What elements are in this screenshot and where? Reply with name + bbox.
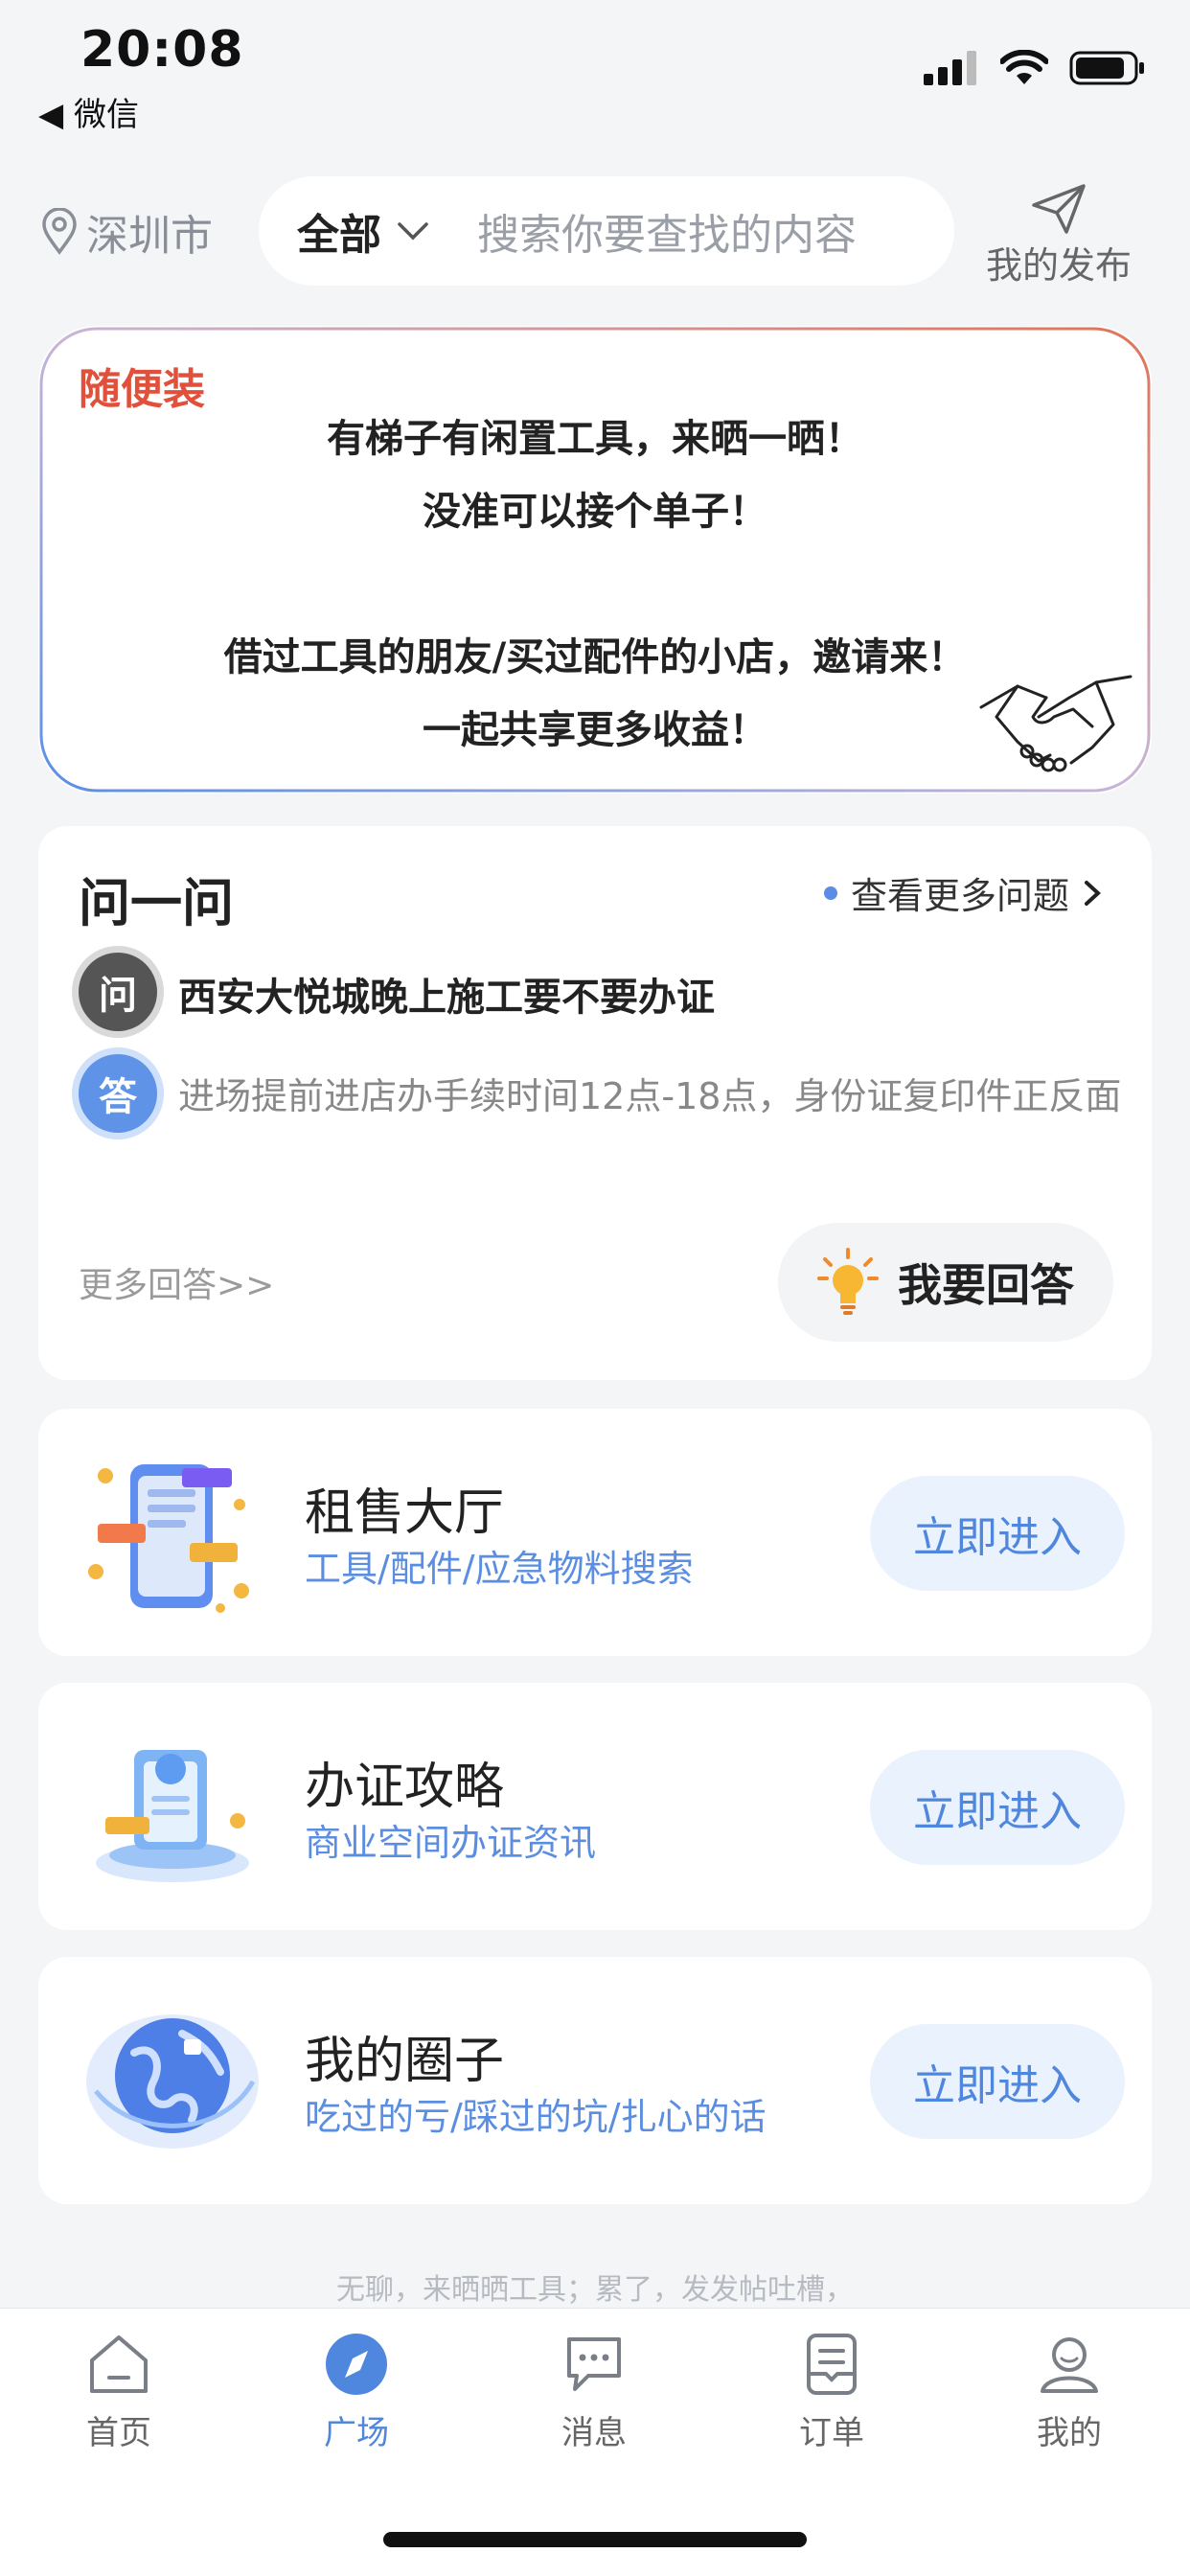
enter-now-button[interactable]: 立即进入	[870, 2024, 1125, 2139]
home-indicator	[383, 2532, 807, 2547]
signal-icon	[924, 51, 976, 85]
card-subtitle: 商业空间办证资讯	[305, 1822, 597, 1864]
order-icon	[807, 2334, 857, 2395]
profile-icon	[1041, 2337, 1098, 2393]
card-title: 办证攻略	[305, 1759, 505, 1816]
tab-label: 订单	[799, 2414, 864, 2452]
banner-line	[38, 548, 1152, 621]
city-label: 深圳市	[86, 212, 213, 261]
permit-guide-card[interactable]: 办证攻略 商业空间办证资讯 立即进入	[38, 1683, 1152, 1930]
promo-banner[interactable]: 随便装 有梯子有闲置工具，来晒一晒！ 没准可以接个单子！ 借过工具的朋友/买过配…	[38, 326, 1152, 794]
chevron-right-icon	[1085, 880, 1101, 906]
chevron-down-icon	[398, 222, 428, 241]
card-subtitle: 吃过的亏/踩过的坑/扎心的话	[305, 2096, 767, 2138]
enter-now-button[interactable]: 立即进入	[870, 1476, 1125, 1591]
card-title: 我的圈子	[305, 2033, 505, 2090]
enter-now-button[interactable]: 立即进入	[870, 1750, 1125, 1865]
card-subtitle: 工具/配件/应急物料搜索	[305, 1548, 694, 1590]
search-bar[interactable]: 全部 搜索你要查找的内容	[259, 176, 954, 286]
wifi-icon	[1000, 50, 1048, 84]
status-time: 20:08	[80, 21, 244, 79]
status-icons	[924, 50, 1146, 86]
answer-text: 进场提前进店办手续时间12点-18点，身份证复印件正反面	[178, 1075, 1122, 1117]
footer-note: 无聊，来晒晒工具；累了，发发帖吐槽，	[336, 2273, 854, 2307]
more-answers-link[interactable]: 更多回答>>	[79, 1257, 274, 1307]
rental-hall-card[interactable]: 租售大厅 工具/配件/应急物料搜索 立即进入	[38, 1409, 1152, 1656]
answer-button[interactable]: 我要回答	[778, 1223, 1113, 1342]
search-scope-label: 全部	[297, 211, 381, 260]
tab-profile[interactable]: 我的	[993, 2330, 1146, 2453]
search-input[interactable]: 搜索你要查找的内容	[477, 200, 857, 262]
location-pin-icon	[42, 208, 77, 255]
tab-label: 首页	[86, 2414, 151, 2452]
back-to-wechat[interactable]: ◀ 微信	[38, 88, 139, 135]
my-circle-card[interactable]: 我的圈子 吃过的亏/踩过的坑/扎心的话 立即进入	[38, 1957, 1152, 2204]
tab-label: 我的	[1037, 2414, 1102, 2452]
handshake-icon	[979, 675, 1133, 772]
qa-title: 问一问	[79, 873, 234, 933]
search-scope-dropdown[interactable]: 全部	[297, 200, 429, 262]
home-icon	[90, 2335, 148, 2393]
phone-marketplace-icon	[88, 1464, 249, 1613]
question-badge: 问	[79, 953, 157, 1031]
my-publish-button[interactable]: 我的发布	[977, 182, 1140, 288]
dot-icon	[823, 886, 837, 900]
question-text[interactable]: 西安大悦城晚上施工要不要办证	[178, 966, 715, 1022]
qa-card: 问一问 查看更多问题 问 西安大悦城晚上施工要不要办证 答 进场提前进店办手续时…	[38, 826, 1152, 1380]
tab-orders[interactable]: 订单	[755, 2330, 908, 2453]
globe-icon	[86, 2014, 259, 2149]
banner-line: 有梯子有闲置工具，来晒一晒！	[327, 417, 863, 461]
tab-messages[interactable]: 消息	[517, 2330, 671, 2453]
answer-button-label: 我要回答	[898, 1259, 1074, 1311]
tab-square[interactable]: 广场	[280, 2330, 433, 2453]
permit-document-icon	[96, 1750, 249, 1882]
compass-icon	[326, 2334, 387, 2395]
city-selector[interactable]: 深圳市	[40, 201, 213, 263]
lightbulb-icon	[817, 1248, 879, 1315]
tab-label: 广场	[324, 2414, 389, 2452]
tab-home[interactable]: 首页	[42, 2330, 195, 2453]
banner-line: 没准可以接个单子！	[423, 490, 767, 534]
answer-badge: 答	[79, 1054, 157, 1133]
send-icon	[1032, 184, 1086, 234]
my-publish-label: 我的发布	[985, 244, 1132, 287]
message-icon	[567, 2337, 621, 2391]
card-title: 租售大厅	[305, 1484, 505, 1542]
battery-icon	[1069, 51, 1144, 85]
view-more-questions-label: 查看更多问题	[850, 875, 1069, 917]
view-more-questions-link[interactable]: 查看更多问题	[823, 866, 1102, 919]
tab-label: 消息	[561, 2414, 627, 2452]
